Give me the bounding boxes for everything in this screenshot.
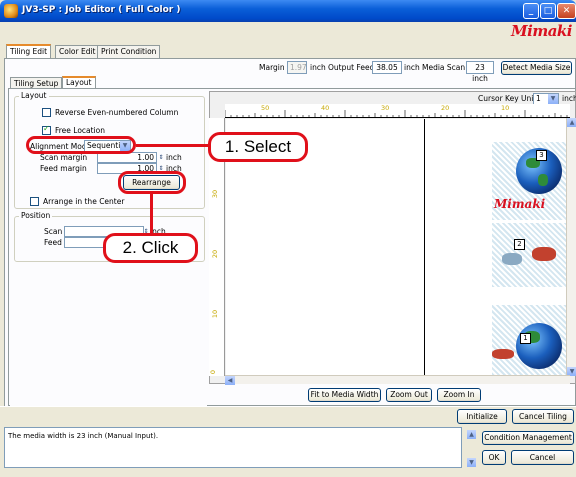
margin-field[interactable]: 1.97: [287, 61, 307, 74]
free-location-label: Free Location: [55, 126, 106, 135]
tab-print-condition[interactable]: Print Condition: [97, 45, 161, 59]
media-area[interactable]: 3 Mimaki 2 1: [424, 119, 567, 376]
tile-brand-logo: Mimaki: [494, 197, 546, 211]
output-feed-field[interactable]: 38.05: [372, 61, 402, 74]
alignment-highlight-ring: [26, 136, 136, 154]
tile-image[interactable]: 1: [492, 305, 567, 375]
brand-bar: Mimaki: [0, 22, 576, 40]
chevron-down-icon: ▼: [548, 94, 558, 104]
scan-margin-spinner-icon[interactable]: ⇕: [157, 152, 165, 163]
free-location-checkbox[interactable]: [42, 124, 51, 135]
title-bar: JV3-SP : Job Editor ( Full Color ) _ □ ✕: [0, 0, 576, 22]
zoom-out-button[interactable]: Zoom Out: [386, 388, 432, 402]
media-scan-field[interactable]: 23 inch: [466, 61, 494, 83]
horizontal-ruler: 50 40 30 20 10: [225, 104, 570, 118]
fit-to-media-width-button[interactable]: Fit to Media Width: [308, 388, 381, 402]
ruler-label: 10: [501, 104, 510, 112]
close-button[interactable]: ✕: [557, 3, 576, 19]
rearrange-highlight-ring: [118, 171, 186, 194]
ruler-ticks: [225, 110, 568, 118]
maximize-button[interactable]: □: [540, 3, 556, 19]
ruler-label: 30: [381, 104, 390, 112]
feed-margin-label: Feed margin: [40, 164, 87, 173]
position-feed-label: Feed: [44, 238, 62, 247]
tab-tiling-edit[interactable]: Tiling Edit: [6, 44, 52, 59]
tile-image[interactable]: 2: [492, 223, 567, 287]
cancel-tiling-button[interactable]: Cancel Tiling: [512, 409, 574, 424]
media-scan-label: Media Scan: [422, 63, 466, 72]
app-icon: [4, 4, 18, 18]
output-feed-label: Output Feed: [328, 63, 375, 72]
select-callout: 1. Select: [208, 132, 308, 162]
status-message: The media width is 23 inch (Manual Input…: [8, 432, 159, 440]
tile-image[interactable]: 3 Mimaki: [492, 142, 567, 220]
brand-logo: Mimaki: [511, 22, 572, 40]
zoom-in-button[interactable]: Zoom In: [437, 388, 481, 402]
vruler-label: 0: [209, 369, 218, 375]
scan-margin-unit: inch: [166, 153, 182, 162]
click-callout: 2. Click: [103, 233, 198, 263]
tab-color-edit[interactable]: Color Edit: [55, 45, 100, 59]
ruler-label: 40: [321, 104, 330, 112]
condition-management-button[interactable]: Condition Management: [482, 431, 574, 445]
vruler-label: 20: [211, 249, 220, 259]
reverse-even-checkbox[interactable]: [42, 108, 51, 117]
scroll-up-icon[interactable]: ▲: [567, 118, 576, 127]
reverse-even-label: Reverse Even-numbered Column: [55, 108, 179, 117]
cancel-button[interactable]: Cancel: [511, 450, 574, 465]
position-group-title: Position: [19, 211, 53, 220]
margin-unit: inch: [310, 63, 326, 72]
ruler-label: 50: [261, 104, 270, 112]
status-scrollbar[interactable]: ▲ ▼: [467, 430, 476, 468]
arrange-center-label: Arrange in the Center: [43, 197, 125, 206]
scroll-down-icon[interactable]: ▼: [467, 458, 476, 467]
margin-label: Margin: [259, 63, 285, 72]
window-title: JV3-SP : Job Editor ( Full Color ): [22, 5, 181, 15]
scroll-left-icon[interactable]: ◀: [225, 376, 235, 385]
position-scan-label: Scan: [44, 227, 63, 236]
vertical-scrollbar[interactable]: ▲ ▼: [566, 118, 576, 376]
ok-button[interactable]: OK: [482, 450, 506, 465]
ruler-label: 20: [441, 104, 450, 112]
scan-margin-label: Scan margin: [40, 153, 88, 162]
cursor-key-unit-value: 1: [536, 94, 541, 103]
layout-group-title: Layout: [19, 91, 49, 100]
tile-number-badge: 2: [514, 239, 525, 250]
select-connector-line: [136, 144, 209, 147]
vruler-label: 10: [211, 309, 220, 319]
click-connector-line: [150, 194, 153, 234]
tile-number-badge: 1: [520, 333, 531, 344]
minimize-button[interactable]: _: [523, 3, 539, 19]
initialize-button[interactable]: Initialize: [457, 409, 507, 424]
tile-number-badge: 3: [536, 150, 547, 161]
output-feed-unit: inch: [404, 63, 420, 72]
scroll-up-icon[interactable]: ▲: [467, 430, 476, 439]
detect-media-size-button[interactable]: Detect Media Size: [501, 61, 572, 75]
horizontal-scrollbar[interactable]: ◀: [225, 375, 570, 385]
arrange-center-checkbox[interactable]: [30, 197, 39, 206]
status-message-box: The media width is 23 inch (Manual Input…: [4, 427, 462, 468]
vruler-label: 30: [211, 189, 220, 199]
